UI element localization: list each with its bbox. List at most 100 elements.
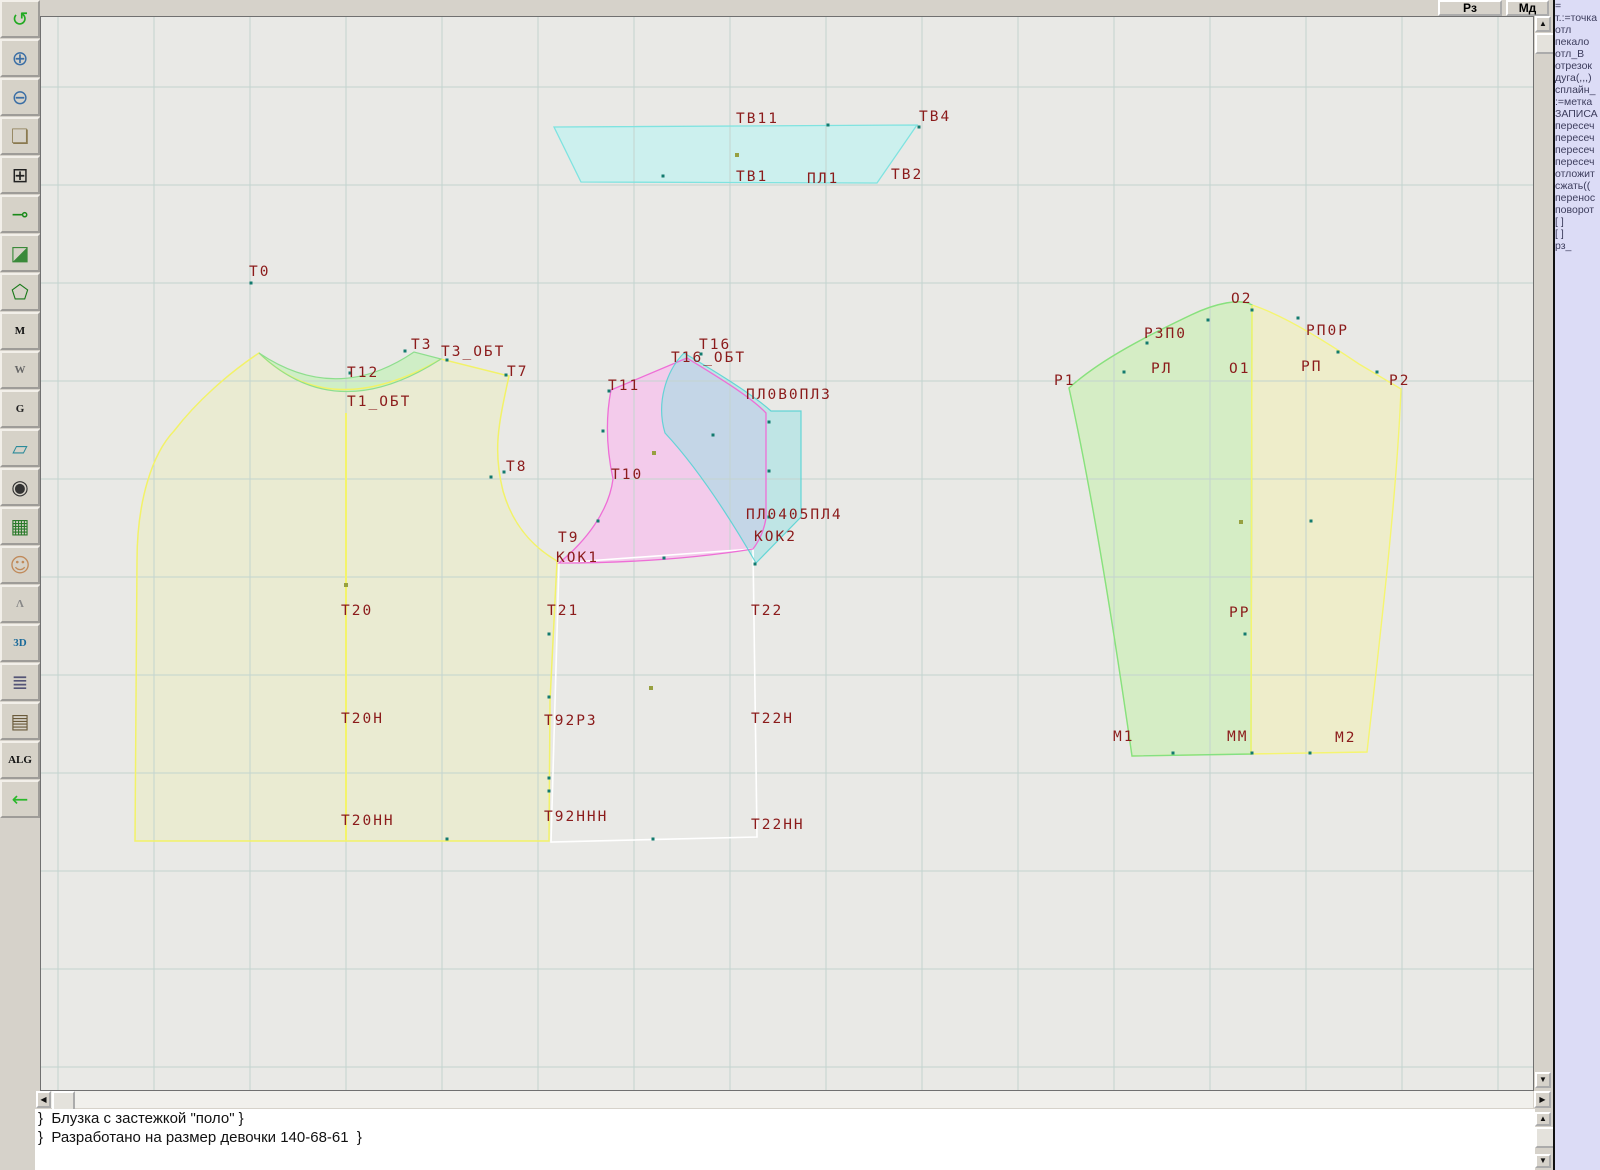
console-scroll-thumb[interactable] xyxy=(1535,1127,1555,1148)
command-item-13[interactable]: пересеч xyxy=(1555,156,1600,168)
point-label-ПЛ0405ПЛ4: ПЛ0405ПЛ4 xyxy=(746,507,843,523)
list-icon: ≣ xyxy=(12,672,29,692)
point-marker xyxy=(548,696,551,699)
command-item-2[interactable]: отл xyxy=(1555,24,1600,36)
command-item-18[interactable]: [ ] xyxy=(1555,216,1600,228)
grading-button[interactable]: G xyxy=(0,390,40,428)
point-label-М2: М2 xyxy=(1335,730,1356,746)
zoom-in-button[interactable]: ⊕ xyxy=(0,39,40,77)
point-marker xyxy=(652,838,655,841)
point-label-Т10: Т10 xyxy=(611,467,643,483)
console-scroll-down-button[interactable]: ▼ xyxy=(1535,1154,1551,1168)
command-item-15[interactable]: сжать(( xyxy=(1555,180,1600,192)
ruler-icon: ▱ xyxy=(12,438,27,458)
rz-button[interactable]: Рз xyxy=(1438,0,1502,16)
command-item-4[interactable]: отл_В xyxy=(1555,48,1600,60)
image-button[interactable]: ◪ xyxy=(0,234,40,272)
left-arrow-icon: ◀ xyxy=(40,1095,46,1104)
zoom-out-button[interactable]: ⊖ xyxy=(0,78,40,116)
vscroll-down-button[interactable]: ▼ xyxy=(1535,1072,1551,1088)
aux-point-marker xyxy=(649,686,653,690)
point-label-РР: РР xyxy=(1229,605,1250,621)
command-item-19[interactable]: [ ] xyxy=(1555,228,1600,240)
point-marker xyxy=(1337,351,1340,354)
point-marker xyxy=(1244,633,1247,636)
command-item-12[interactable]: пересеч xyxy=(1555,144,1600,156)
point-marker xyxy=(768,470,771,473)
point-label-Т3_ОБТ: Т3_ОБТ xyxy=(441,344,505,360)
point-label-Р1: Р1 xyxy=(1054,373,1075,389)
pattern-m-button[interactable]: M xyxy=(0,312,40,350)
table-button[interactable]: ▦ xyxy=(0,507,40,545)
drawing-canvas[interactable]: ТВ11ТВ4ТВ1ПЛ1ТВ2Т0Т3Т3_ОБТТ12Т7Т1_ОБТТ8Т… xyxy=(40,16,1534,1091)
refresh-button[interactable]: ↺ xyxy=(0,0,40,38)
point-label-Т9: Т9 xyxy=(558,530,579,546)
portrait-button[interactable]: ☺ xyxy=(0,546,40,584)
garment-button[interactable]: Λ xyxy=(0,585,40,623)
point-label-Т7: Т7 xyxy=(507,364,528,380)
segment-icon: ⊸ xyxy=(12,204,29,224)
alg-button[interactable]: ALG xyxy=(0,741,40,779)
command-item-10[interactable]: пересеч xyxy=(1555,120,1600,132)
point-label-Т16_ОБТ: Т16_ОБТ xyxy=(671,350,746,366)
table-icon: ▦ xyxy=(11,516,30,536)
point-marker xyxy=(1376,371,1379,374)
threed-icon: 3D xyxy=(13,633,26,653)
command-item-3[interactable]: пекало xyxy=(1555,36,1600,48)
point-marker xyxy=(712,434,715,437)
hscroll-right-button[interactable]: ▶ xyxy=(1534,1091,1551,1108)
point-marker xyxy=(663,557,666,560)
point-label-ПЛ1: ПЛ1 xyxy=(807,171,839,187)
camera-button[interactable]: ◉ xyxy=(0,468,40,506)
list-button[interactable]: ≣ xyxy=(0,663,40,701)
point-marker xyxy=(768,421,771,424)
point-label-Т20Н: Т20Н xyxy=(341,711,384,727)
pattern-cad-window: Рз Мд ↺⊕⊖❏⊞⊸◪⬠MWG▱◉▦☺Λ3D≣▤ALG← ТВ11ТВ4ТВ… xyxy=(0,0,1600,1170)
ruler-button[interactable]: ▱ xyxy=(0,429,40,467)
command-item-9[interactable]: ЗАПИСА xyxy=(1555,108,1600,120)
pattern-piece-button[interactable]: ⬠ xyxy=(0,273,40,311)
point-marker xyxy=(548,633,551,636)
hscroll-track[interactable] xyxy=(36,1091,1533,1108)
toolbar: ↺⊕⊖❏⊞ ⊸ ◪ ⬠ MWG ▱ ◉ ▦ ☺Λ 3D ≣ ▤ALG← xyxy=(0,0,40,819)
point-label-Т22НН: Т22НН xyxy=(751,817,805,833)
pattern-piece-icon: ⬠ xyxy=(11,282,28,302)
vscroll-up-button[interactable]: ▲ xyxy=(1535,16,1551,32)
command-item-7[interactable]: сплайн_ xyxy=(1555,84,1600,96)
compass-button[interactable]: W xyxy=(0,351,40,389)
segment-button[interactable]: ⊸ xyxy=(0,195,40,233)
threed-button[interactable]: 3D xyxy=(0,624,40,662)
point-label-РЛ: РЛ xyxy=(1151,361,1172,377)
point-marker xyxy=(602,430,605,433)
zoom-detail-button[interactable]: ❏ xyxy=(0,117,40,155)
point-label-ТВ1: ТВ1 xyxy=(736,169,768,185)
command-item-5[interactable]: отрезок xyxy=(1555,60,1600,72)
books-button[interactable]: ▤ xyxy=(0,702,40,740)
command-item-11[interactable]: пересеч xyxy=(1555,132,1600,144)
md-button[interactable]: Мд xyxy=(1506,0,1549,16)
command-item-20[interactable]: рз_ xyxy=(1555,240,1600,252)
front-lower-panel-fill[interactable] xyxy=(551,549,757,842)
right-arrow-icon: ▶ xyxy=(1539,1095,1545,1104)
down-arrow-icon: ▼ xyxy=(1539,1075,1547,1084)
exit-button[interactable]: ← xyxy=(0,780,40,818)
vscroll-thumb[interactable] xyxy=(1535,33,1555,54)
point-marker xyxy=(404,350,407,353)
command-item-8[interactable]: :=метка xyxy=(1555,96,1600,108)
hscroll-left-button[interactable]: ◀ xyxy=(36,1091,51,1108)
pattern-m-icon: M xyxy=(15,321,25,341)
camera-icon: ◉ xyxy=(11,477,28,497)
command-item-17[interactable]: поворот xyxy=(1555,204,1600,216)
aux-point-marker xyxy=(735,153,739,157)
grid-button[interactable]: ⊞ xyxy=(0,156,40,194)
command-item-1[interactable]: т.:=точка xyxy=(1555,12,1600,24)
console-scroll-up-button[interactable]: ▲ xyxy=(1535,1112,1551,1126)
point-label-ТВ2: ТВ2 xyxy=(891,167,923,183)
command-item-14[interactable]: отложит xyxy=(1555,168,1600,180)
command-item-0[interactable]: = xyxy=(1555,0,1600,12)
point-marker xyxy=(1123,371,1126,374)
command-item-6[interactable]: дуга(,,,) xyxy=(1555,72,1600,84)
point-marker xyxy=(918,126,921,129)
command-item-16[interactable]: перенос xyxy=(1555,192,1600,204)
point-marker xyxy=(1297,317,1300,320)
